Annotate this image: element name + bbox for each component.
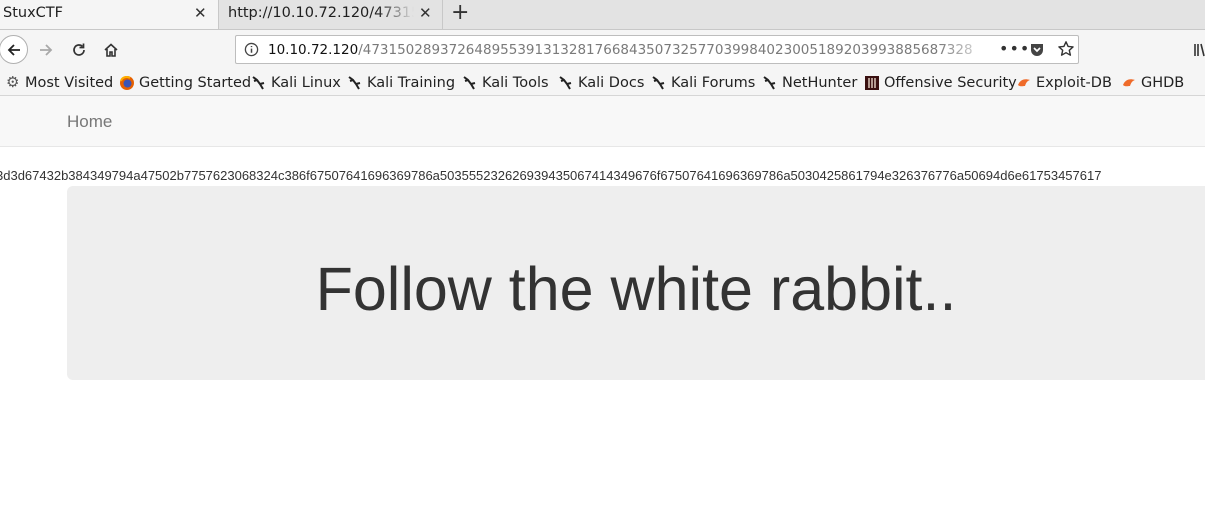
url-text[interactable]: 10.10.72.120/473150289372648955391313281… <box>268 42 996 58</box>
bookmark-most-visited[interactable]: ⚙ Most Visited <box>6 72 113 93</box>
library-icon[interactable] <box>1194 42 1205 58</box>
hex-string: 3d3d67432b384349794a47502b7757623068324c… <box>0 168 1102 183</box>
reload-button[interactable] <box>68 30 90 70</box>
site-info-icon[interactable] <box>244 42 259 57</box>
bookmarks-toolbar: ⚙ Most Visited Getting Started Kali Linu… <box>0 70 1205 96</box>
gear-icon: ⚙ <box>6 73 20 91</box>
bookmark-label: Most Visited <box>25 74 114 91</box>
pocket-icon[interactable] <box>1029 42 1045 58</box>
close-tab-icon[interactable]: ✕ <box>419 4 432 22</box>
offsec-icon <box>865 75 879 90</box>
bookmark-label: NetHunter <box>782 74 858 91</box>
exploitdb-icon <box>1018 78 1030 86</box>
bookmark-offensive-security[interactable]: Offensive Security <box>864 72 1017 93</box>
bookmark-label: GHDB <box>1141 74 1185 91</box>
forward-arrow-icon <box>40 44 53 56</box>
back-button[interactable] <box>0 35 28 64</box>
kali-dragon-icon <box>463 75 476 90</box>
bookmark-label: Kali Docs <box>578 74 645 91</box>
kali-dragon-icon <box>348 75 361 90</box>
reload-icon <box>73 43 85 56</box>
bookmark-kali-linux[interactable]: Kali Linux <box>251 72 341 93</box>
kali-dragon-icon <box>252 75 265 90</box>
navigation-toolbar: 10.10.72.120/473150289372648955391313281… <box>0 30 1205 70</box>
back-arrow-icon <box>7 43 20 56</box>
nav-home-link[interactable]: Home <box>67 112 112 132</box>
kali-dragon-icon <box>652 75 665 90</box>
jumbotron: Follow the white rabbit.. <box>67 186 1205 380</box>
bookmark-label: Exploit-DB <box>1036 74 1112 91</box>
firefox-icon <box>120 75 134 90</box>
url-host: 10.10.72.120 <box>268 42 359 58</box>
bookmark-kali-forums[interactable]: Kali Forums <box>651 72 755 93</box>
bookmark-label: Kali Forums <box>671 74 756 91</box>
forward-button[interactable] <box>36 30 56 70</box>
new-tab-icon[interactable]: + <box>451 1 469 25</box>
kali-dragon-icon <box>763 75 776 90</box>
tab-url[interactable]: http://10.10.72.120/47315028937264895539… <box>219 0 443 29</box>
tab-bar: StuxCTF ✕ http://10.10.72.120/4731502893… <box>0 0 1205 30</box>
bookmark-label: Kali Training <box>367 74 456 91</box>
tab-title: http://10.10.72.120/47315028937264895539… <box>228 5 414 21</box>
bookmark-star-icon[interactable] <box>1057 40 1075 58</box>
url-bar[interactable]: 10.10.72.120/473150289372648955391313281… <box>235 35 1079 64</box>
bookmark-exploit-db[interactable]: Exploit-DB <box>1016 72 1112 93</box>
bookmark-getting-started[interactable]: Getting Started <box>119 72 251 93</box>
bookmark-label: Kali Linux <box>271 74 341 91</box>
site-navbar: Home <box>0 96 1205 147</box>
close-tab-icon[interactable]: ✕ <box>194 4 207 22</box>
bookmark-label: Offensive Security <box>884 74 1017 91</box>
bookmark-kali-tools[interactable]: Kali Tools <box>462 72 549 93</box>
tab-title: StuxCTF <box>3 5 63 21</box>
bookmark-nethunter[interactable]: NetHunter <box>762 72 857 93</box>
bookmark-kali-docs[interactable]: Kali Docs <box>558 72 644 93</box>
home-button[interactable] <box>100 30 122 70</box>
bookmark-label: Kali Tools <box>482 74 549 91</box>
kali-dragon-icon <box>559 75 572 90</box>
home-icon <box>104 43 118 57</box>
url-path: /473150289372648955391313281766843507325… <box>358 42 973 58</box>
exploitdb-icon <box>1123 78 1135 86</box>
tab-stuxctf[interactable]: StuxCTF ✕ <box>0 0 219 29</box>
bookmark-kali-training[interactable]: Kali Training <box>347 72 455 93</box>
page-heading: Follow the white rabbit.. <box>315 255 957 323</box>
bookmark-ghdb[interactable]: GHDB <box>1121 72 1184 93</box>
page-actions-icon[interactable]: ••• <box>999 39 1030 58</box>
bookmark-label: Getting Started <box>139 74 252 91</box>
